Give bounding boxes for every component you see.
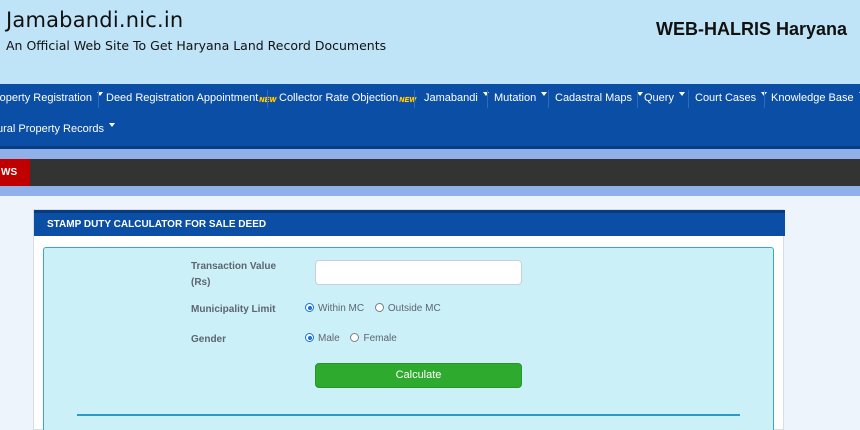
radio-male[interactable]: Male xyxy=(305,333,340,344)
radio-checked-icon xyxy=(305,333,314,342)
nav-item-label: Cadastral Maps xyxy=(555,92,633,104)
calculator-form: Transaction Value (Rs) Municipality Limi… xyxy=(43,247,774,430)
chevron-down-icon xyxy=(678,92,685,96)
nav-item-label: Mutation xyxy=(494,92,537,104)
nav-item-label: Collector Rate Objection xyxy=(279,92,399,104)
nav-divider xyxy=(548,90,549,108)
nav-item-label: Knowledge Base xyxy=(771,92,854,104)
news-tag: WS xyxy=(0,159,30,186)
chevron-down-icon xyxy=(109,123,115,127)
nav-item-cadastral-maps[interactable]: Cadastral Maps xyxy=(555,84,644,112)
transaction-value-input[interactable] xyxy=(315,260,522,285)
decorative-band xyxy=(0,186,860,196)
chevron-down-icon xyxy=(541,92,548,96)
radio-unchecked-icon xyxy=(374,303,384,312)
nav-item-label: Court Cases xyxy=(695,92,757,104)
nav-item-jamabandi[interactable]: Jamabandi xyxy=(424,84,489,112)
nav-divider xyxy=(688,90,689,108)
gender-label: Gender xyxy=(191,334,227,345)
nav-item-label: Jamabandi xyxy=(424,92,478,104)
nav-item-rural-property-records[interactable]: ural Property Records xyxy=(0,115,115,143)
transaction-value-label-line1: Transaction Value xyxy=(191,261,277,272)
nav-item-deed-registration-appointment[interactable]: Deed Registration AppointmentNEW xyxy=(106,84,277,112)
gender-radio-group: Male Female xyxy=(305,333,405,344)
nav-item-collector-rate-objection[interactable]: Collector Rate ObjectionNEW xyxy=(279,84,416,112)
radio-label: Within MC xyxy=(318,303,365,314)
radio-unchecked-icon xyxy=(350,333,360,342)
decorative-band xyxy=(0,149,860,159)
radio-label: Outside MC xyxy=(387,303,441,314)
main-nav: roperty Registration Deed Registration A… xyxy=(0,84,860,146)
radio-within-mc[interactable]: Within MC xyxy=(305,303,364,314)
panel-header: STAMP DUTY CALCULATOR FOR SALE DEED xyxy=(34,210,785,236)
nav-item-court-cases[interactable]: Court Cases xyxy=(695,84,768,112)
site-title[interactable]: Jamabandi.nic.in xyxy=(6,8,183,32)
brand-name: WEB-HALRIS Haryana xyxy=(655,19,847,39)
nav-divider xyxy=(98,90,99,108)
transaction-value-label-line2: (Rs) xyxy=(191,277,211,288)
radio-female[interactable]: Female xyxy=(350,333,397,344)
site-header: Jamabandi.nic.in An Official Web Site To… xyxy=(0,0,860,84)
news-ticker: WS xyxy=(0,159,860,186)
nav-item-label: Deed Registration Appointment xyxy=(106,92,259,104)
transaction-value-label: Transaction Value (Rs) xyxy=(191,259,276,291)
radio-label: Male xyxy=(318,333,340,344)
nav-item-knowledge-base[interactable]: Knowledge Base xyxy=(771,84,860,112)
radio-checked-icon xyxy=(305,303,314,312)
nav-item-label: ural Property Records xyxy=(0,123,104,135)
nav-item-label: roperty Registration xyxy=(0,92,92,104)
nav-divider xyxy=(637,90,638,108)
municipality-radio-group: Within MC Outside MC xyxy=(305,303,449,314)
nav-item-label: Query xyxy=(644,92,674,104)
nav-item-mutation[interactable]: Mutation xyxy=(494,84,548,112)
calculate-button[interactable]: Calculate xyxy=(315,363,522,388)
nav-divider xyxy=(414,90,415,108)
site-subtitle: An Official Web Site To Get Haryana Land… xyxy=(6,38,387,53)
stamp-duty-calculator-panel: STAMP DUTY CALCULATOR FOR SALE DEED Tran… xyxy=(33,209,785,430)
nav-item-query[interactable]: Query xyxy=(644,84,685,112)
panel-title: STAMP DUTY CALCULATOR FOR SALE DEED xyxy=(47,219,267,230)
nav-divider xyxy=(487,90,488,108)
nav-divider xyxy=(267,90,268,108)
nav-item-property-registration[interactable]: roperty Registration xyxy=(0,84,103,112)
radio-outside-mc[interactable]: Outside MC xyxy=(374,303,441,314)
result-divider xyxy=(77,414,740,416)
nav-divider xyxy=(764,90,765,108)
radio-label: Female xyxy=(363,333,397,344)
municipality-limit-label: Municipality Limit xyxy=(191,304,276,315)
